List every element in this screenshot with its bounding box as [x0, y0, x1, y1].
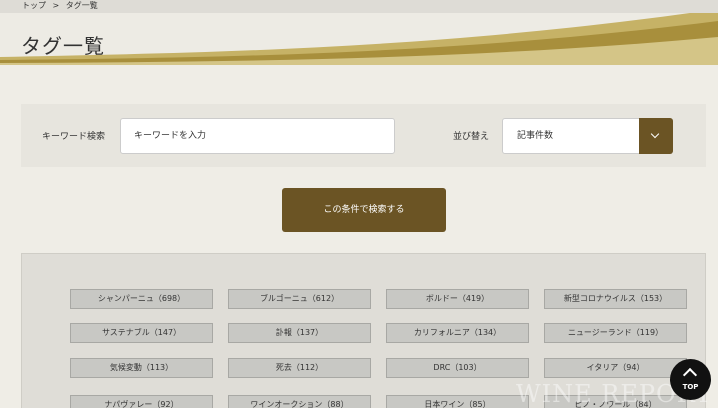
tag-count-close: ） [655, 328, 664, 337]
tag-count: 113 [149, 363, 166, 372]
search-panel: キーワード検索 キーワードを入力 並び替え 記事件数 [21, 104, 706, 167]
tag-item[interactable]: ニュージーランド（119） [544, 323, 687, 343]
tag-name: 死去 [275, 363, 292, 372]
tag-count-open: （ [149, 328, 158, 337]
tag-count-open: （ [141, 363, 150, 372]
header-gold-wave [0, 13, 718, 65]
tag-name: ボルドー [425, 294, 458, 303]
top-button-label: TOP [682, 383, 699, 391]
tag-count: 112 [299, 363, 316, 372]
search-submit-button[interactable]: この条件で検索する [282, 188, 446, 232]
tag-count-close: ） [165, 363, 174, 372]
tag-count: 103 [458, 363, 474, 372]
tag-item[interactable]: カリフォルニア（134） [386, 323, 529, 343]
tag-count-open: （ [291, 363, 300, 372]
tag-count-close: ） [173, 328, 182, 337]
tag-count: 85 [472, 400, 483, 408]
tag-count-open: （ [307, 294, 316, 303]
tag-item[interactable]: ワインオークション（88） [228, 395, 371, 408]
tag-name: 新型コロナウイルス [563, 294, 636, 303]
tag-item[interactable]: ナパヴァレー（92） [70, 395, 213, 408]
tag-count-open: （ [457, 294, 466, 303]
tag-count: 698 [161, 294, 178, 303]
tag-name: イタリア [586, 363, 619, 372]
sort-select[interactable]: 記事件数 [502, 118, 673, 154]
tag-item[interactable]: サステナブル（147） [70, 323, 213, 343]
tag-count-open: （ [153, 294, 162, 303]
tag-name: DRC [433, 363, 451, 372]
breadcrumb-separator: > [52, 1, 60, 10]
sort-label: 並び替え [453, 132, 490, 142]
tag-name: ニュージーランド [567, 328, 632, 337]
tag-count: 92 [160, 400, 171, 408]
tag-count: 137 [299, 328, 316, 337]
page-title: タグ一覧 [21, 34, 105, 58]
tag-count-close: ） [473, 363, 482, 372]
tag-count-open: （ [291, 328, 300, 337]
tag-count-close: ） [177, 294, 186, 303]
tag-count: 88 [330, 400, 341, 408]
tag-item[interactable]: 死去（112） [228, 358, 371, 378]
tag-count: 134 [477, 328, 494, 337]
tag-item[interactable]: 訃報（137） [228, 323, 371, 343]
tag-count-close: ） [659, 294, 668, 303]
tag-count-close: ） [481, 294, 490, 303]
tag-name: シャンパーニュ [97, 294, 154, 303]
sort-selected-value: 記事件数 [517, 131, 554, 141]
tag-item[interactable]: シャンパーニュ（698） [70, 289, 213, 309]
tag-count: 147 [157, 328, 174, 337]
tag-count: 153 [643, 294, 660, 303]
back-to-top-button[interactable]: TOP [670, 359, 711, 400]
tag-name: ワインオークション [250, 400, 323, 408]
tag-count: 419 [465, 294, 482, 303]
tag-count-open: （ [469, 328, 478, 337]
tag-name: 気候変動 [109, 363, 142, 372]
tag-item[interactable]: 新型コロナウイルス（153） [544, 289, 687, 309]
tag-item[interactable]: イタリア（94） [544, 358, 687, 378]
tag-count-close: ） [315, 328, 324, 337]
tag-count-close: ） [315, 363, 324, 372]
breadcrumb-current: タグ一覧 [65, 1, 98, 10]
tag-count: 612 [315, 294, 332, 303]
tag-name: 訃報 [275, 328, 292, 337]
tag-count-close: ） [170, 400, 179, 408]
tag-count-close: ） [340, 400, 349, 408]
tag-count-close: ） [636, 363, 645, 372]
tag-count-close: ） [493, 328, 502, 337]
tag-count-open: （ [631, 328, 640, 337]
keyword-label: キーワード検索 [42, 132, 106, 142]
breadcrumb: トップ > タグ一覧 [0, 0, 718, 13]
tag-count-close: ） [482, 400, 491, 408]
tag-item[interactable]: ブルゴーニュ（612） [228, 289, 371, 309]
breadcrumb-home-link[interactable]: トップ [22, 1, 46, 10]
arrow-up-icon [682, 367, 698, 383]
tag-count-close: ） [331, 294, 340, 303]
tag-item[interactable]: 日本ワイン（85） [386, 395, 529, 408]
tag-count: 94 [626, 363, 637, 372]
tag-name: カリフォルニア [413, 328, 470, 337]
chevron-down-icon [650, 129, 660, 139]
tag-name: ナパヴァレー [104, 400, 153, 408]
page-header: タグ一覧 [0, 13, 718, 65]
tag-item[interactable]: 気候変動（113） [70, 358, 213, 378]
tag-count-open: （ [635, 294, 644, 303]
keyword-search-input[interactable]: キーワードを入力 [120, 118, 395, 154]
tag-name: ブルゴーニュ [259, 294, 308, 303]
tag-count: 119 [639, 328, 656, 337]
sort-dropdown-button[interactable] [639, 118, 673, 154]
tag-name: 日本ワイン [424, 400, 465, 408]
tag-name: サステナブル [101, 328, 150, 337]
tag-item[interactable]: DRC（103） [386, 358, 529, 378]
tag-item[interactable]: ボルドー（419） [386, 289, 529, 309]
